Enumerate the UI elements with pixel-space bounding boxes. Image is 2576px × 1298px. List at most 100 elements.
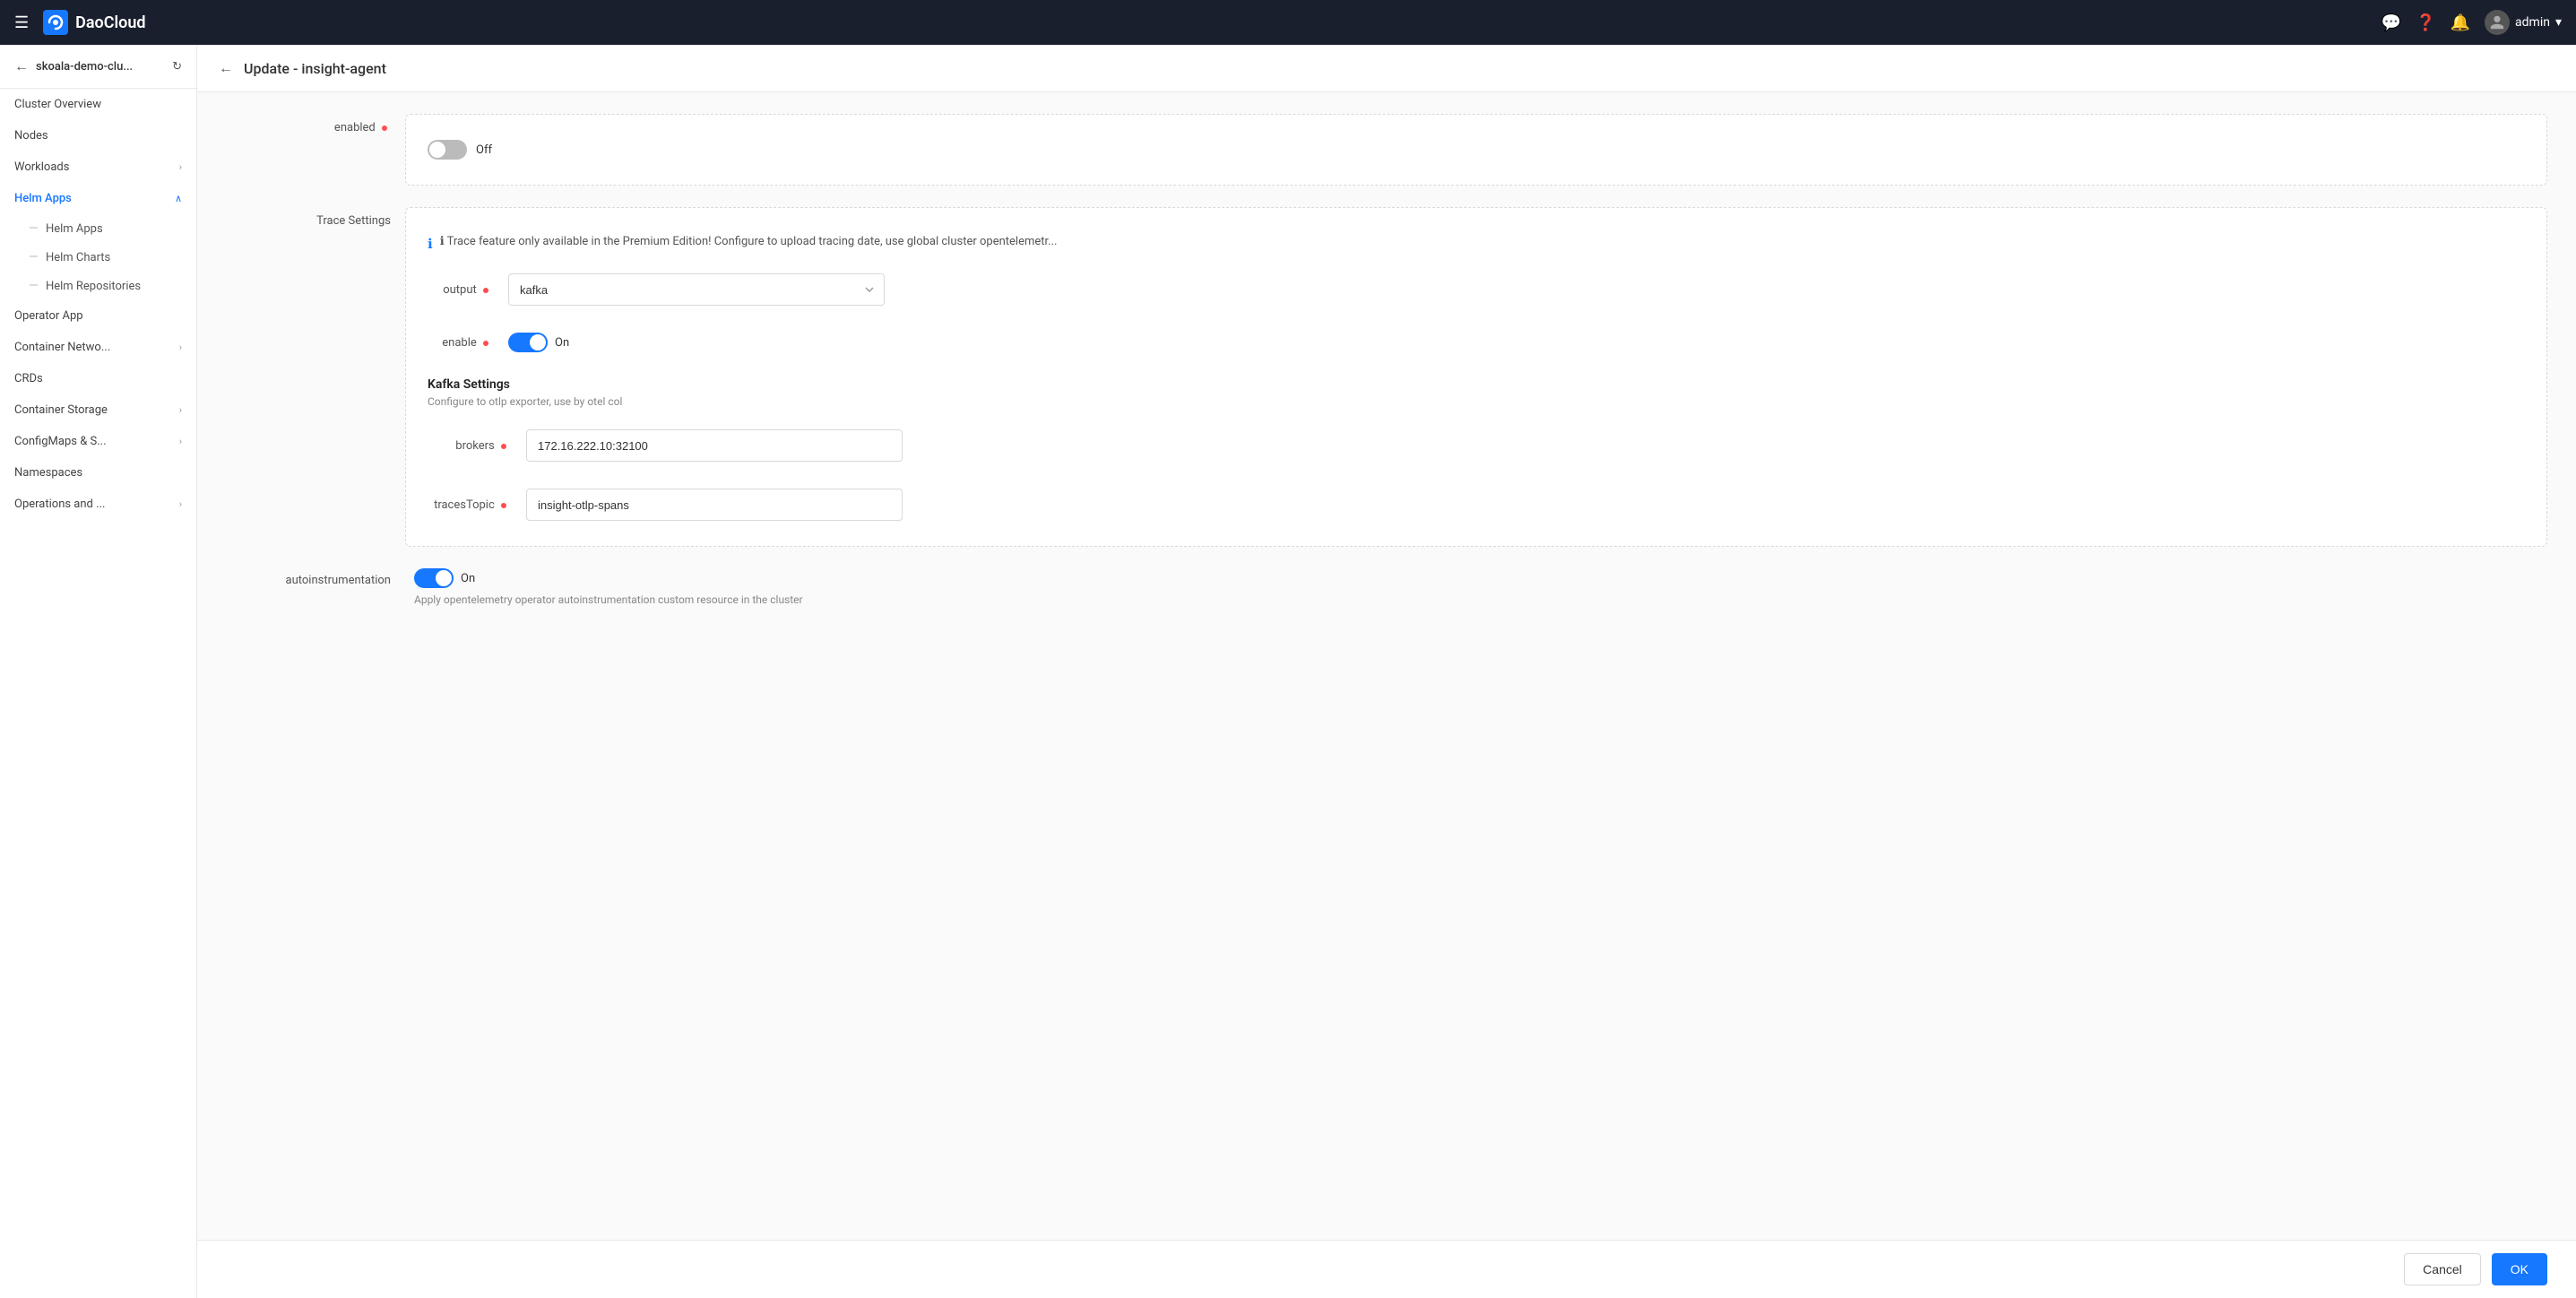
output-label: output: [428, 283, 499, 297]
sidebar-item-label: Container Netwo...: [14, 341, 110, 354]
traces-topic-label: tracesTopic: [428, 498, 517, 512]
autoinstr-value: On Apply opentelemetry operator autoinst…: [414, 568, 2547, 606]
trace-settings-label: Trace Settings: [226, 207, 405, 228]
page-footer: Cancel OK: [197, 1240, 2576, 1298]
logo-text: DaoCloud: [75, 13, 145, 32]
traces-topic-input[interactable]: [526, 489, 903, 521]
required-dot: [483, 341, 488, 346]
trace-settings-content: ℹ ℹ Trace feature only available in the …: [405, 207, 2547, 547]
configmaps-chevron-icon: ›: [179, 436, 182, 447]
enabled-content: Off: [405, 114, 2547, 186]
sidebar-item-label: Workloads: [14, 160, 69, 174]
sidebar-item-crds[interactable]: CRDs: [0, 363, 196, 394]
autoinstr-toggle[interactable]: [414, 568, 454, 588]
sidebar-sub-label: Helm Charts: [46, 251, 110, 264]
sidebar-item-container-network[interactable]: Container Netwo... ›: [0, 332, 196, 363]
sidebar-sub-helm-repositories[interactable]: — Helm Repositories: [0, 272, 196, 300]
sidebar-item-label: Container Storage: [14, 403, 108, 417]
enable-field-row: enable On: [428, 325, 2525, 359]
enable-toggle-wrap: On: [508, 333, 569, 352]
enabled-row: enabled Off: [226, 114, 2547, 186]
output-field-row: output kafka otel: [428, 266, 2525, 313]
autoinstrumentation-row: autoinstrumentation On Apply opentelemet…: [226, 568, 2547, 606]
main-content: ← Update - insight-agent enabled Off: [197, 45, 2576, 1298]
container-network-chevron-icon: ›: [179, 342, 182, 353]
dash-icon: —: [29, 250, 39, 264]
required-dot: [382, 125, 387, 131]
username: admin: [2515, 15, 2550, 30]
sidebar-item-workloads[interactable]: Workloads ›: [0, 151, 196, 183]
avatar: [2485, 10, 2510, 35]
required-dot: [501, 503, 506, 508]
sidebar-item-operator-app[interactable]: Operator App: [0, 300, 196, 332]
page-title: Update - insight-agent: [244, 60, 386, 77]
cluster-refresh-icon[interactable]: ↻: [172, 60, 182, 74]
enabled-toggle[interactable]: [428, 140, 467, 160]
sidebar-item-label: Operator App: [14, 309, 83, 323]
cluster-sidebar: ← skoala-demo-clu... ↻ Cluster Overview …: [0, 45, 197, 1298]
traces-topic-field-row: tracesTopic: [428, 481, 2525, 528]
helm-apps-chevron-icon: ∧: [175, 193, 182, 204]
sidebar-item-label: Helm Apps: [14, 192, 72, 205]
sidebar-item-operations[interactable]: Operations and ... ›: [0, 489, 196, 520]
sidebar-item-label: Namespaces: [14, 466, 82, 480]
user-chevron-icon: ▾: [2555, 15, 2562, 30]
sidebar-item-cluster-overview[interactable]: Cluster Overview: [0, 89, 196, 120]
sidebar-item-label: ConfigMaps & S...: [14, 435, 107, 448]
message-icon[interactable]: 💬: [2382, 13, 2401, 32]
sidebar-item-label: Cluster Overview: [14, 98, 101, 111]
sidebar-item-helm-apps[interactable]: Helm Apps ∧: [0, 183, 196, 214]
container-storage-chevron-icon: ›: [179, 404, 182, 416]
autoinstr-description: Apply opentelemetry operator autoinstrum…: [414, 593, 2547, 606]
kafka-settings-title: Kafka Settings: [428, 377, 2525, 392]
sidebar-item-label: Operations and ...: [14, 498, 105, 511]
brokers-label: brokers: [428, 439, 517, 453]
sidebar-sub-label: Helm Repositories: [46, 280, 141, 293]
autoinstr-label: autoinstrumentation: [226, 568, 405, 587]
cancel-button[interactable]: Cancel: [2404, 1253, 2481, 1285]
trace-info-text: ℹ Trace feature only available in the Pr…: [440, 235, 1058, 248]
operations-chevron-icon: ›: [179, 498, 182, 510]
form-scroll: enabled Off Trace Settings: [197, 92, 2576, 1240]
sidebar-sub-label: Helm Apps: [46, 222, 103, 236]
ok-button[interactable]: OK: [2492, 1253, 2547, 1285]
sidebar-item-label: CRDs: [14, 372, 43, 385]
logo: DaoCloud: [43, 10, 2382, 35]
sidebar-sub-helm-charts[interactable]: — Helm Charts: [0, 243, 196, 272]
dash-icon: —: [29, 221, 39, 236]
trace-settings-row: Trace Settings ℹ ℹ Trace feature only av…: [226, 207, 2547, 547]
hamburger-icon[interactable]: ☰: [14, 13, 29, 32]
output-select[interactable]: kafka otel: [508, 273, 885, 306]
brokers-field-row: brokers: [428, 422, 2525, 469]
sidebar-sub-helm-apps[interactable]: — Helm Apps: [0, 214, 196, 243]
cluster-back-icon[interactable]: ←: [14, 57, 29, 75]
trace-info-banner: ℹ ℹ Trace feature only available in the …: [428, 226, 2525, 266]
enabled-toggle-label: Off: [476, 143, 492, 157]
sidebar-item-nodes[interactable]: Nodes: [0, 120, 196, 151]
topnav-right: 💬 ❓ 🔔 admin ▾: [2382, 10, 2562, 35]
dash-icon: —: [29, 279, 39, 293]
sidebar-item-label: Nodes: [14, 129, 48, 143]
enabled-field-row: Off: [428, 133, 2525, 167]
cluster-header[interactable]: ← skoala-demo-clu... ↻: [0, 45, 196, 89]
enabled-card: Off: [405, 114, 2547, 186]
user-menu[interactable]: admin ▾: [2485, 10, 2562, 35]
enable-label: enable: [428, 336, 499, 350]
enable-toggle-label: On: [555, 336, 569, 350]
required-dot: [501, 444, 506, 449]
back-button[interactable]: ←: [219, 59, 233, 77]
topnav: ☰ DaoCloud 💬 ❓ 🔔 admin ▾: [0, 0, 2576, 45]
trace-settings-card: ℹ ℹ Trace feature only available in the …: [405, 207, 2547, 547]
page-header: ← Update - insight-agent: [197, 45, 2576, 92]
enable-toggle[interactable]: [508, 333, 548, 352]
sidebar-item-configmaps[interactable]: ConfigMaps & S... ›: [0, 426, 196, 457]
required-dot: [483, 288, 488, 293]
sidebar-item-container-storage[interactable]: Container Storage ›: [0, 394, 196, 426]
enabled-label: enabled: [226, 114, 405, 134]
help-icon[interactable]: ❓: [2416, 13, 2435, 32]
sidebar-item-namespaces[interactable]: Namespaces: [0, 457, 196, 489]
brokers-input[interactable]: [526, 429, 903, 462]
logo-icon: [43, 10, 68, 35]
workloads-chevron-icon: ›: [179, 161, 182, 173]
notification-icon[interactable]: 🔔: [2451, 13, 2470, 32]
